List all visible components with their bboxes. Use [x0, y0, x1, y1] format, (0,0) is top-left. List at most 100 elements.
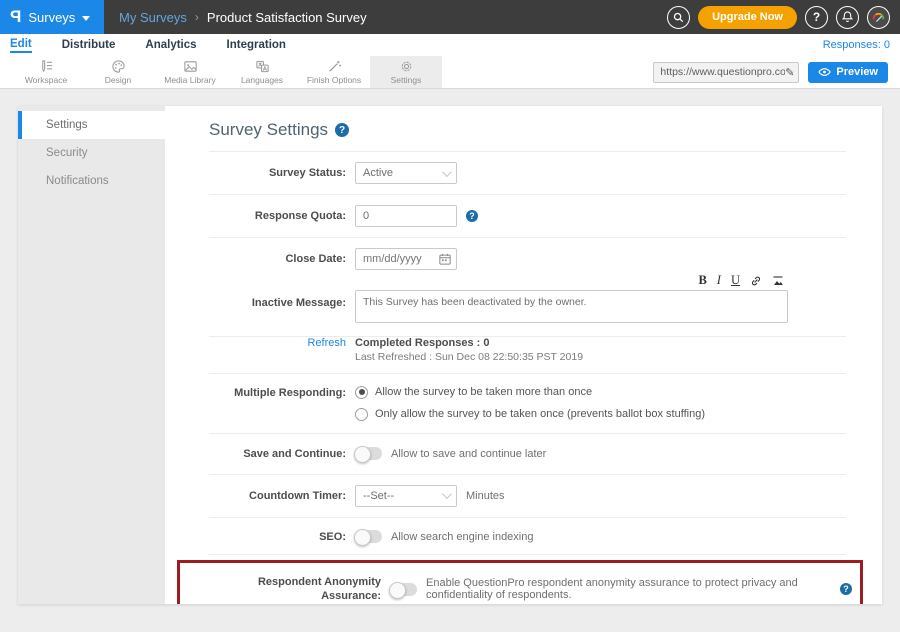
radio-allow-multiple[interactable]: Allow the survey to be taken more than o…: [355, 386, 705, 399]
settings-sidebar: Settings Security Notifications: [18, 106, 165, 604]
response-quota-row: Response Quota: ?: [209, 195, 846, 238]
tool-settings[interactable]: Settings: [370, 56, 442, 88]
topbar-actions: Upgrade Now ?: [667, 0, 900, 34]
save-continue-row: Save and Continue: Allow to save and con…: [209, 434, 846, 475]
tool-label: Languages: [241, 75, 283, 85]
user-avatar[interactable]: [867, 6, 890, 29]
inactive-message-label: Inactive Message:: [209, 274, 355, 310]
save-continue-toggle[interactable]: [355, 447, 382, 460]
sidebar-item-security[interactable]: Security: [18, 139, 165, 167]
close-date-label: Close Date:: [209, 252, 355, 266]
breadcrumb-my-surveys[interactable]: My Surveys: [119, 10, 187, 25]
underline-button[interactable]: U: [731, 274, 740, 287]
survey-url-area: ✎ Preview: [653, 56, 900, 88]
edit-toolbar: Workspace Design Media Library Languages…: [0, 56, 900, 89]
product-switcher[interactable]: P Surveys: [0, 0, 104, 34]
seo-toggle[interactable]: [355, 530, 382, 543]
countdown-timer-value: --Set--: [363, 490, 394, 502]
tool-label: Design: [105, 75, 131, 85]
bold-button[interactable]: B: [698, 274, 706, 287]
breadcrumb: My Surveys › Product Satisfaction Survey: [104, 0, 367, 34]
countdown-timer-select[interactable]: --Set--: [355, 485, 457, 507]
tab-integration[interactable]: Integration: [227, 39, 286, 51]
refresh-row: Refresh Completed Responses : 0 Last Ref…: [209, 337, 846, 374]
tool-media-library[interactable]: Media Library: [154, 56, 226, 88]
preview-button[interactable]: Preview: [808, 62, 888, 83]
multiple-responding-label: Multiple Responding:: [209, 386, 355, 400]
magic-wand-icon: [327, 59, 342, 74]
seo-text: Allow search engine indexing: [391, 531, 533, 543]
tool-design[interactable]: Design: [82, 56, 154, 88]
tab-distribute[interactable]: Distribute: [62, 39, 116, 51]
survey-nav: Edit Distribute Analytics Integration Re…: [0, 34, 900, 56]
tool-workspace[interactable]: Workspace: [10, 56, 82, 88]
insert-image-icon: [772, 275, 784, 287]
avatar-pencil-icon: [871, 10, 886, 25]
respondent-anonymity-help-icon[interactable]: ?: [840, 583, 852, 595]
survey-url-box: ✎: [653, 62, 799, 83]
rich-text-toolbar: B I U: [355, 274, 788, 290]
calendar-icon[interactable]: [439, 253, 451, 265]
tool-finish-options[interactable]: Finish Options: [298, 56, 370, 88]
help-button[interactable]: ?: [805, 6, 828, 29]
tab-analytics[interactable]: Analytics: [145, 39, 196, 51]
radio-label: Allow the survey to be taken more than o…: [375, 386, 592, 398]
seo-row: SEO: Allow search engine indexing: [209, 518, 846, 555]
product-menu-label: Surveys: [28, 10, 75, 25]
breadcrumb-separator: ›: [195, 10, 199, 24]
survey-url-input[interactable]: [660, 66, 785, 78]
settings-panel: Settings Security Notifications Survey S…: [18, 106, 882, 604]
multiple-responding-options: Allow the survey to be taken more than o…: [355, 386, 705, 421]
chevron-down-icon: [442, 167, 452, 177]
insert-image-button[interactable]: [772, 275, 784, 287]
radio-allow-once[interactable]: Only allow the survey to be taken once (…: [355, 408, 705, 421]
response-quota-help-icon[interactable]: ?: [466, 210, 478, 222]
link-icon: [750, 275, 762, 287]
seo-label: SEO:: [209, 530, 355, 544]
notifications-button[interactable]: [836, 6, 859, 29]
sidebar-item-notifications[interactable]: Notifications: [18, 167, 165, 195]
inactive-message-textarea[interactable]: This Survey has been deactivated by the …: [355, 290, 788, 323]
tab-edit[interactable]: Edit: [10, 38, 32, 53]
survey-settings-help-icon[interactable]: ?: [335, 123, 349, 137]
countdown-timer-row: Countdown Timer: --Set-- Minutes: [209, 475, 846, 518]
chevron-down-icon: [82, 16, 90, 21]
eye-icon: [818, 67, 831, 77]
preview-label: Preview: [836, 66, 878, 78]
gear-icon: [399, 59, 414, 74]
respondent-anonymity-row: Respondent Anonymity Assurance: Enable Q…: [177, 560, 863, 604]
countdown-minutes-text: Minutes: [466, 490, 505, 502]
page-title-text: Survey Settings: [209, 120, 328, 140]
response-quota-input[interactable]: [355, 205, 457, 227]
radio-unselected-icon: [355, 408, 368, 421]
inactive-message-editor: B I U This Survey has been deactivated b…: [355, 274, 846, 328]
tool-label: Media Library: [164, 75, 216, 85]
chevron-down-icon: [442, 489, 452, 499]
bell-icon: [842, 11, 853, 23]
respondent-anonymity-toggle[interactable]: [390, 583, 417, 596]
survey-status-select[interactable]: Active: [355, 162, 457, 184]
breadcrumb-current-survey: Product Satisfaction Survey: [207, 10, 367, 25]
search-button[interactable]: [667, 6, 690, 29]
toolbar-spacer: [442, 56, 653, 88]
inactive-message-row: Inactive Message: B I U This Survey has …: [209, 272, 846, 337]
countdown-timer-label: Countdown Timer:: [209, 489, 355, 503]
tool-label: Finish Options: [307, 75, 361, 85]
refresh-link[interactable]: Refresh: [209, 337, 355, 349]
italic-button[interactable]: I: [717, 274, 721, 287]
translate-icon: [255, 59, 270, 74]
tool-languages[interactable]: Languages: [226, 56, 298, 88]
insert-link-button[interactable]: [750, 275, 762, 287]
respondent-anonymity-text: Enable QuestionPro respondent anonymity …: [426, 577, 831, 601]
close-date-row: Close Date:: [209, 238, 846, 272]
completed-responses: Completed Responses : 0: [355, 337, 583, 349]
responses-count: Responses: 0: [823, 39, 890, 51]
image-icon: [183, 59, 198, 74]
edit-url-icon[interactable]: ✎: [785, 66, 794, 79]
questionpro-logo-icon: P: [10, 7, 21, 27]
sidebar-item-settings[interactable]: Settings: [18, 111, 165, 139]
save-continue-text: Allow to save and continue later: [391, 448, 546, 460]
refresh-info: Completed Responses : 0 Last Refreshed :…: [355, 337, 583, 363]
page-title: Survey Settings ?: [209, 120, 846, 152]
upgrade-now-button[interactable]: Upgrade Now: [698, 6, 797, 29]
